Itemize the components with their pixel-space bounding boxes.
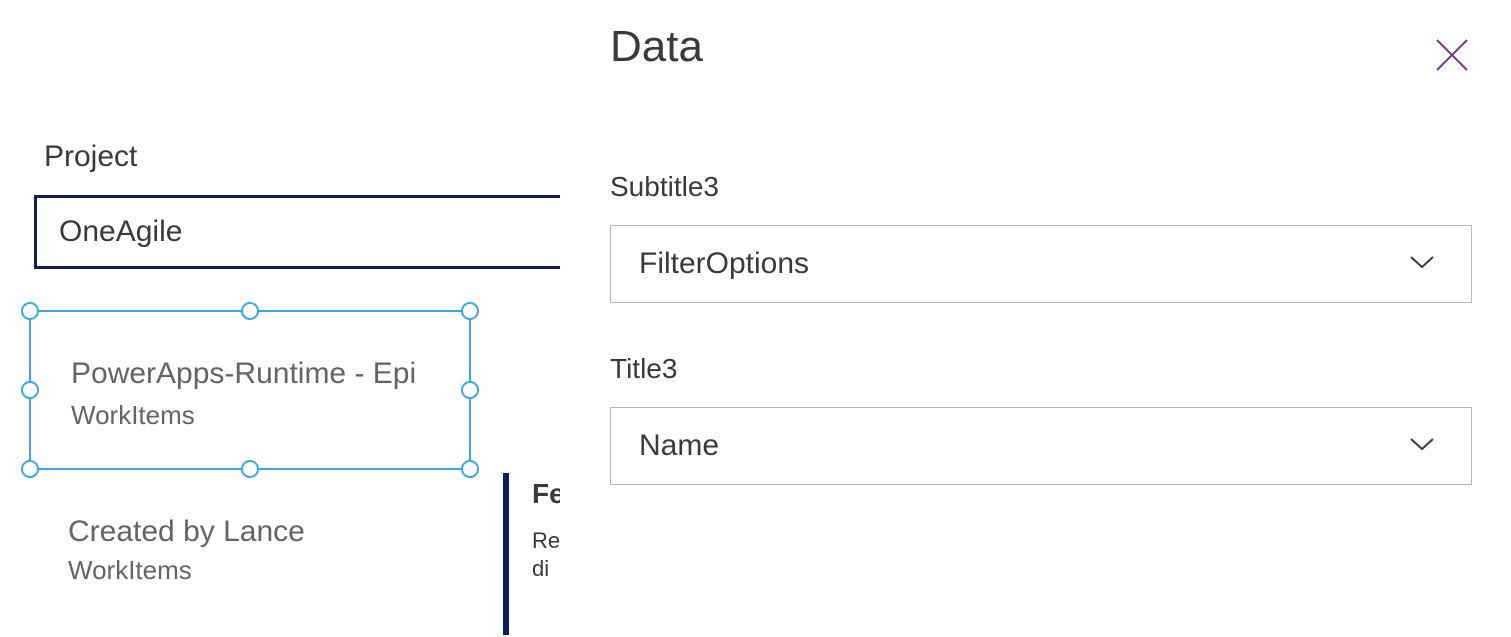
resize-handle-bottom-right[interactable] — [461, 460, 479, 478]
dropdown-value: Name — [639, 429, 719, 463]
vertical-divider — [503, 473, 509, 635]
peek-text-line2: Re — [532, 528, 560, 554]
subtitle3-dropdown[interactable]: FilterOptions — [610, 225, 1472, 303]
project-label: Project — [44, 140, 137, 174]
title3-dropdown[interactable]: Name — [610, 407, 1472, 485]
resize-handle-top-center[interactable] — [241, 302, 259, 320]
data-panel: Data Subtitle3 FilterOptions Title3 Name — [560, 0, 1511, 637]
field-subtitle3: Subtitle3 FilterOptions — [610, 171, 1511, 303]
chevron-down-icon — [1409, 436, 1435, 457]
close-button[interactable] — [1433, 36, 1471, 79]
chevron-down-icon — [1409, 254, 1435, 275]
resize-handle-top-left[interactable] — [21, 302, 39, 320]
field-label: Title3 — [610, 353, 1511, 385]
item-subtitle: WorkItems — [68, 555, 305, 586]
project-input[interactable]: OneAgile — [34, 195, 574, 269]
gallery-item[interactable]: Created by Lance WorkItems — [68, 515, 305, 586]
project-input-value: OneAgile — [59, 215, 182, 249]
resize-handle-top-right[interactable] — [461, 302, 479, 320]
resize-handle-middle-left[interactable] — [21, 381, 39, 399]
item-title: PowerApps-Runtime - Epi — [71, 357, 466, 391]
field-title3: Title3 Name — [610, 353, 1511, 485]
dropdown-value: FilterOptions — [639, 247, 809, 281]
canvas-area: Project OneAgile PowerApps-Runtime - Epi… — [0, 0, 560, 637]
peek-text-line1: Fe — [532, 478, 560, 510]
panel-header: Data — [610, 22, 1511, 79]
resize-handle-bottom-left[interactable] — [21, 460, 39, 478]
item-title: Created by Lance — [68, 515, 305, 549]
item-subtitle: WorkItems — [71, 400, 195, 431]
field-label: Subtitle3 — [610, 171, 1511, 203]
peek-text-line3: di — [532, 556, 560, 582]
resize-handle-bottom-center[interactable] — [241, 460, 259, 478]
selected-gallery-item[interactable]: PowerApps-Runtime - Epi WorkItems — [29, 310, 471, 470]
panel-title: Data — [610, 22, 703, 72]
close-icon — [1433, 36, 1471, 74]
